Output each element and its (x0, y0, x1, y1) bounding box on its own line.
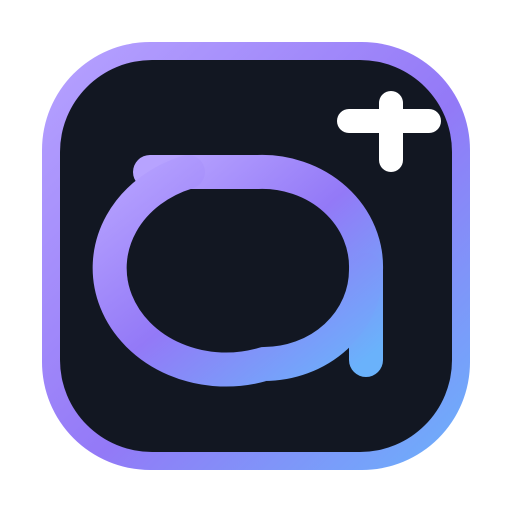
icon-canvas (0, 0, 512, 512)
app-icon[interactable] (0, 0, 512, 512)
